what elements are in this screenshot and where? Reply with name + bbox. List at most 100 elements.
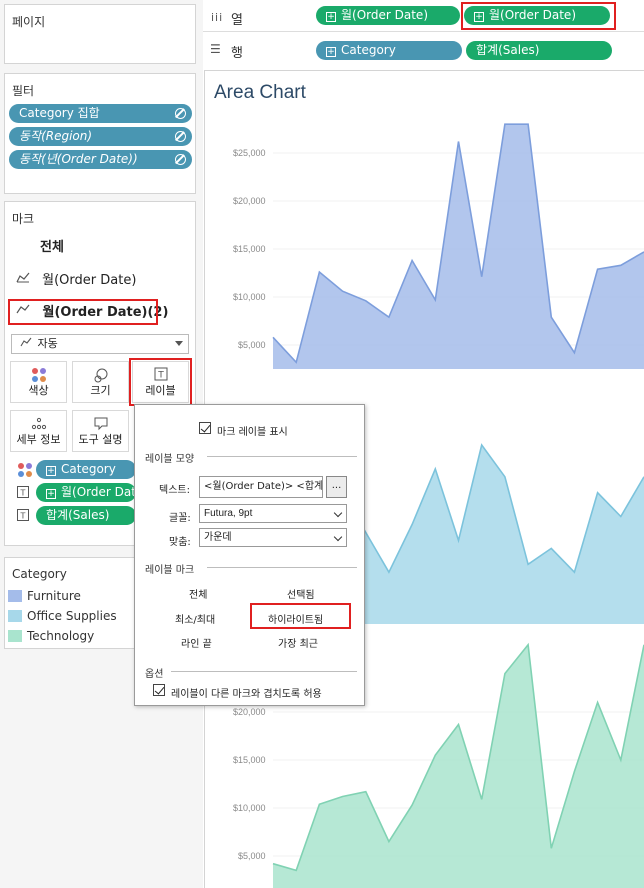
- plus-box-icon: +: [46, 466, 56, 476]
- link-icon: [175, 154, 186, 165]
- legend-label[interactable]: Furniture: [27, 589, 81, 603]
- filter-pill-label: 동작(년(Order Date)): [19, 152, 138, 166]
- rows-label: 행: [231, 46, 243, 61]
- plus-box-icon: +: [46, 489, 56, 499]
- highlight-box: [8, 299, 158, 325]
- label-marks-option-most-recent[interactable]: 가장 최근: [278, 635, 318, 650]
- rows-pill-label: Category: [341, 43, 396, 57]
- legend-swatch-technology: [8, 630, 22, 642]
- color-dots-icon: [17, 462, 33, 481]
- chevron-down-icon: [333, 532, 343, 542]
- font-dropdown-value: Futura, 9pt: [204, 508, 253, 519]
- svg-text:T: T: [20, 489, 26, 498]
- label-text-value: <월(Order Date)> <합계(Sales)>: [204, 481, 323, 492]
- chart-title: Area Chart: [214, 82, 306, 103]
- label-text-edit-button[interactable]: ...: [326, 476, 347, 498]
- detail-button[interactable]: 세부 정보: [10, 410, 67, 452]
- marks-tab-label: 월(Order Date): [42, 272, 137, 288]
- link-icon: [175, 108, 186, 119]
- align-dropdown[interactable]: 가운데: [199, 528, 347, 547]
- font-field-label: 글꼴:: [169, 513, 191, 524]
- size-icon: [73, 367, 128, 383]
- dropdown-arrow-icon: [175, 341, 183, 346]
- detail-button-label: 세부 정보: [16, 433, 61, 446]
- tooltip-button-label: 도구 설명: [78, 433, 123, 446]
- y-tick-label: $25,000: [233, 148, 266, 158]
- marks-section-title: 레이블 마크: [145, 565, 195, 576]
- marks-title: 마크: [12, 212, 35, 226]
- ellipsis-text: ...: [331, 480, 342, 491]
- appearance-section-title: 레이블 모양: [145, 454, 195, 465]
- label-options-popup: 마크 레이블 표시 레이블 모양 텍스트: <월(Order Date)> <합…: [134, 404, 365, 706]
- plus-box-icon: +: [326, 47, 336, 57]
- label-marks-option-all[interactable]: 전체: [189, 586, 207, 601]
- columns-pill-label: 월(Order Date): [341, 8, 429, 22]
- font-dropdown[interactable]: Futura, 9pt: [199, 504, 347, 523]
- label-marks-option-selected[interactable]: 선택됨: [287, 586, 315, 601]
- columns-label: 열: [231, 13, 243, 28]
- text-label-icon: T: [17, 509, 29, 524]
- marks-field-label: 합계(Sales): [46, 508, 110, 522]
- legend-title: Category: [12, 567, 67, 581]
- label-text-field[interactable]: <월(Order Date)> <합계(Sales)>: [199, 476, 323, 498]
- y-tick-label: $15,000: [233, 244, 266, 254]
- section-divider: [171, 671, 357, 672]
- marks-all-card[interactable]: 전체: [40, 235, 64, 261]
- filter-pill-action-region[interactable]: 동작(Region): [9, 127, 192, 146]
- size-button[interactable]: 크기: [72, 361, 129, 403]
- section-divider: [207, 567, 357, 568]
- marks-field-order-date[interactable]: + 월(Order Date): [36, 483, 136, 502]
- marks-tab-order-date[interactable]: 월(Order Date): [16, 267, 136, 293]
- filters-title: 필터: [12, 84, 35, 98]
- marks-field-sales[interactable]: 합계(Sales): [36, 506, 136, 525]
- allow-overlap-checkbox[interactable]: [153, 684, 165, 696]
- color-dots-icon: [11, 367, 66, 383]
- label-marks-option-minmax[interactable]: 최소/최대: [175, 611, 215, 626]
- marks-field-category[interactable]: + Category: [36, 460, 136, 479]
- chevron-down-icon: [333, 508, 343, 518]
- marks-all-label: 전체: [40, 240, 64, 255]
- text-label-icon: T: [17, 486, 29, 501]
- link-icon: [175, 131, 186, 142]
- line-icon: [20, 335, 34, 353]
- color-button[interactable]: 색상: [10, 361, 67, 403]
- show-labels-text: 마크 레이블 표시: [217, 427, 288, 438]
- highlight-box: [461, 2, 616, 30]
- show-labels-checkbox[interactable]: [199, 422, 211, 434]
- filter-pill-action-year[interactable]: 동작(년(Order Date)): [9, 150, 192, 169]
- filter-pill-label: 동작(Region): [19, 129, 93, 143]
- highlight-box: [129, 358, 192, 406]
- section-divider: [207, 456, 357, 457]
- filter-pill-label: Category 집합: [19, 106, 100, 120]
- legend-swatch-furniture: [8, 590, 22, 602]
- legend-swatch-office-supplies: [8, 610, 22, 622]
- filter-pill-category-set[interactable]: Category 집합: [9, 104, 192, 123]
- rows-pill-sales[interactable]: 합계(Sales): [466, 41, 612, 60]
- y-tick-label: $10,000: [233, 292, 266, 302]
- y-tick-label: $15,000: [233, 755, 266, 765]
- detail-dots-icon: [11, 416, 66, 432]
- y-tick-label: $10,000: [233, 803, 266, 813]
- pages-panel: 페이지: [4, 4, 196, 64]
- y-tick-label: $20,000: [233, 196, 266, 206]
- rows-pill-category[interactable]: + Category: [316, 41, 462, 60]
- legend-label[interactable]: Technology: [27, 629, 94, 643]
- y-tick-label: $5,000: [238, 851, 266, 861]
- mark-type-dropdown[interactable]: 자동: [11, 334, 189, 354]
- options-section-title: 옵션: [145, 669, 164, 680]
- align-field-label: 맞춤:: [169, 537, 191, 548]
- tooltip-button[interactable]: 도구 설명: [72, 410, 129, 452]
- legend-label[interactable]: Office Supplies: [27, 609, 117, 623]
- pages-title: 페이지: [12, 15, 46, 29]
- y-tick-label: $20,000: [233, 707, 266, 717]
- tooltip-icon: [73, 416, 128, 432]
- rows-pill-label: 합계(Sales): [476, 43, 540, 57]
- label-marks-option-line-ends[interactable]: 라인 끝: [181, 635, 212, 650]
- allow-overlap-text: 레이블이 다른 마크와 겹치도록 허용: [171, 689, 322, 700]
- marks-field-label: 월(Order Date): [61, 485, 136, 499]
- svg-text:T: T: [20, 512, 26, 521]
- y-tick-label: $5,000: [238, 340, 266, 350]
- columns-pill-order-date-1[interactable]: + 월(Order Date): [316, 6, 460, 25]
- mark-type-value: 자동: [37, 337, 58, 350]
- columns-icon: iii: [211, 11, 224, 24]
